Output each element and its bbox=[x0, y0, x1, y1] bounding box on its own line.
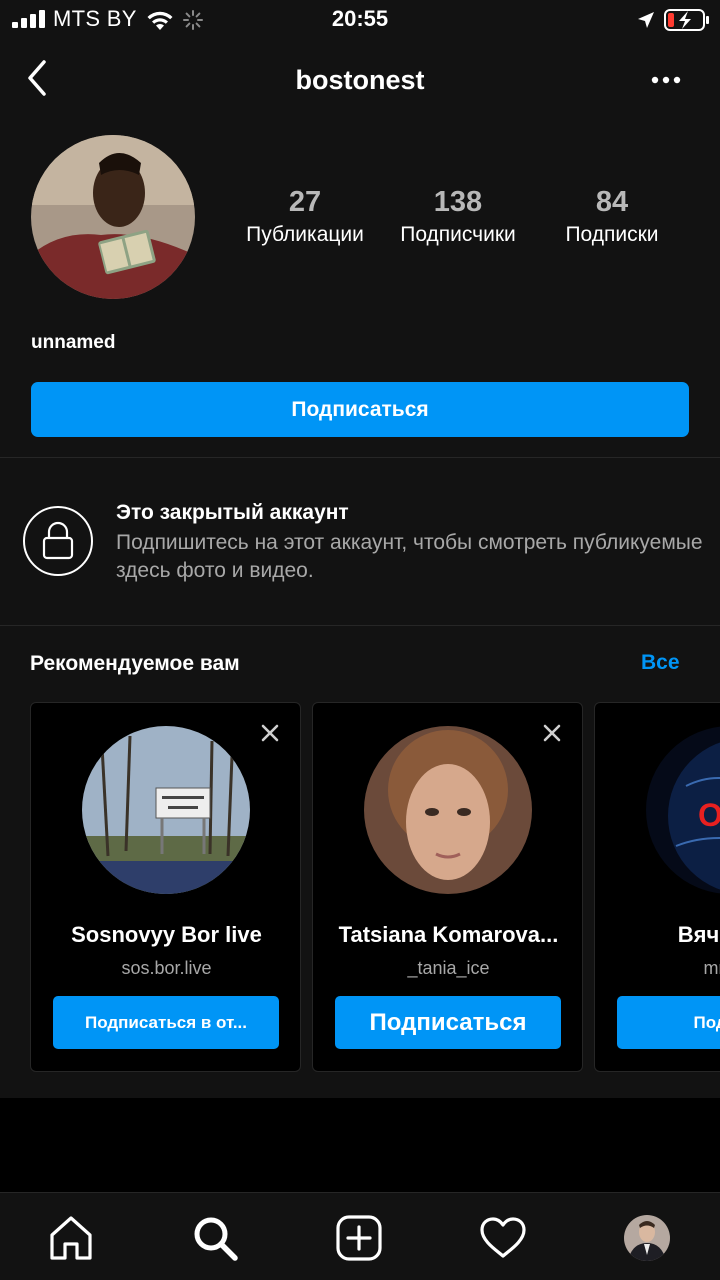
follow-button[interactable]: Подписаться bbox=[31, 382, 689, 437]
private-account-badge bbox=[23, 506, 93, 576]
suggestion-card[interactable]: Tatsiana Komarova... _tania_ice Подписат… bbox=[312, 702, 583, 1072]
suggestion-avatar[interactable]: OLY bbox=[646, 726, 720, 894]
profile-tab-avatar[interactable] bbox=[624, 1215, 670, 1261]
close-icon[interactable] bbox=[258, 721, 282, 745]
stat-label: Подписки bbox=[565, 223, 659, 246]
divider bbox=[0, 625, 720, 626]
stat-following[interactable]: 84 Подписки bbox=[532, 184, 692, 250]
profile-avatar[interactable] bbox=[31, 135, 195, 299]
stat-value: 84 bbox=[595, 186, 629, 218]
stat-followers[interactable]: 138 Подписчики bbox=[378, 184, 538, 250]
suggestion-name: Вячеслав bbox=[677, 922, 720, 947]
new-post-icon[interactable] bbox=[334, 1213, 384, 1263]
profile-display-name: unnamed bbox=[31, 332, 116, 353]
suggestion-avatar[interactable] bbox=[82, 726, 250, 894]
suggestion-card[interactable]: OLY Вячеслав mr.dov Подписа bbox=[594, 702, 720, 1072]
suggestion-name: Sosnovyy Bor live bbox=[71, 922, 262, 947]
see-all-link[interactable]: Все bbox=[641, 651, 680, 675]
lock-icon bbox=[42, 521, 74, 560]
suggestion-username: _tania_ice bbox=[407, 958, 490, 978]
status-bar: MTS BY 20:55 bbox=[0, 0, 720, 40]
suggestion-avatar[interactable] bbox=[364, 726, 532, 894]
private-account-description: Подпишитесь на этот аккаунт, чтобы смотр… bbox=[116, 531, 703, 582]
more-dots-icon[interactable] bbox=[646, 70, 686, 90]
stat-value: 27 bbox=[288, 186, 322, 218]
location-arrow-icon bbox=[638, 12, 654, 28]
suggestion-username: mr.dov bbox=[703, 958, 720, 978]
follow-back-button[interactable]: Подписаться в от... bbox=[53, 996, 279, 1049]
follow-button[interactable]: Подписаться bbox=[335, 996, 561, 1049]
profile-header: bostonest bbox=[0, 50, 720, 112]
home-icon[interactable] bbox=[46, 1213, 96, 1263]
username-title: bostonest bbox=[295, 65, 425, 95]
suggestion-username: sos.bor.live bbox=[121, 958, 212, 978]
divider bbox=[0, 457, 720, 458]
suggestions-title: Рекомендуемое вам bbox=[30, 652, 240, 675]
app-screen: MTS BY 20:55 bostonest 27 Публикации 138… bbox=[0, 0, 720, 1280]
avatar-logo-text: OLY bbox=[698, 797, 720, 833]
activity-heart-icon[interactable] bbox=[478, 1213, 528, 1263]
close-icon[interactable] bbox=[540, 721, 564, 745]
bottom-tab-bar bbox=[0, 1192, 720, 1280]
search-icon[interactable] bbox=[190, 1213, 240, 1263]
suggestion-card[interactable]: Sosnovyy Bor live sos.bor.live Подписать… bbox=[30, 702, 301, 1072]
stat-posts[interactable]: 27 Публикации bbox=[225, 184, 385, 250]
private-account-title: Это закрытый аккаунт bbox=[116, 501, 349, 524]
stat-value: 138 bbox=[433, 186, 483, 218]
battery-charging-icon bbox=[664, 9, 709, 31]
stat-label: Подписчики bbox=[400, 223, 516, 246]
clock: 20:55 bbox=[331, 6, 389, 31]
stat-label: Публикации bbox=[246, 223, 364, 246]
follow-button[interactable]: Подписа bbox=[617, 996, 720, 1049]
suggestion-name: Tatsiana Komarova... bbox=[338, 922, 559, 947]
